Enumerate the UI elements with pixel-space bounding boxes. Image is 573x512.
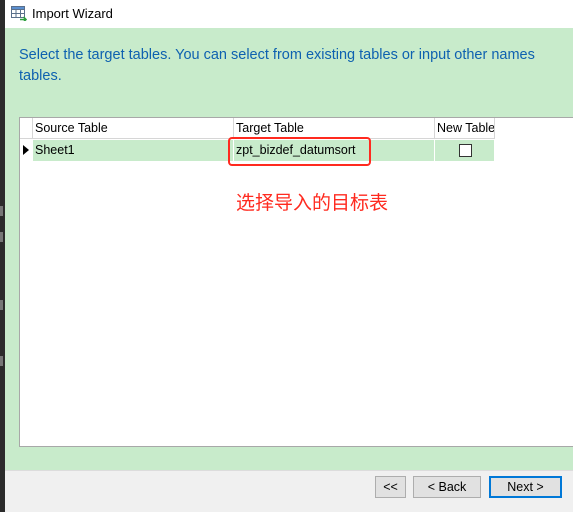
new-table-checkbox[interactable]: [459, 144, 472, 157]
annotation-text: 选择导入的目标表: [236, 192, 389, 214]
window-title: Import Wizard: [32, 6, 113, 21]
wizard-content: Select the target tables. You can select…: [5, 28, 573, 470]
edge-mark: [0, 300, 3, 310]
current-row-indicator: [20, 140, 33, 161]
instruction-text: Select the target tables. You can select…: [19, 47, 535, 84]
column-header-new-table[interactable]: New Table: [435, 118, 495, 139]
column-header-target-table[interactable]: Target Table: [234, 118, 435, 139]
wizard-footer: << < Back Next >: [5, 470, 573, 512]
row-pointer-icon: [23, 145, 29, 155]
new-table-cell[interactable]: [435, 140, 495, 161]
edge-mark: [0, 206, 3, 216]
edge-mark: [0, 232, 3, 242]
column-header-source-table[interactable]: Source Table: [33, 118, 234, 139]
next-button[interactable]: Next >: [489, 476, 562, 498]
table-mapping-grid[interactable]: Source Table Target Table New Table Shee…: [19, 117, 573, 447]
table-import-icon: [11, 6, 28, 23]
row-header-corner: [20, 118, 33, 139]
source-table-cell[interactable]: Sheet1: [33, 140, 234, 161]
first-page-button[interactable]: <<: [375, 476, 406, 498]
target-table-highlight: [228, 137, 371, 166]
back-button[interactable]: < Back: [413, 476, 481, 498]
import-wizard-window: Import Wizard Select the target tables. …: [5, 0, 573, 512]
title-bar[interactable]: Import Wizard: [5, 0, 573, 28]
edge-mark: [0, 356, 3, 366]
